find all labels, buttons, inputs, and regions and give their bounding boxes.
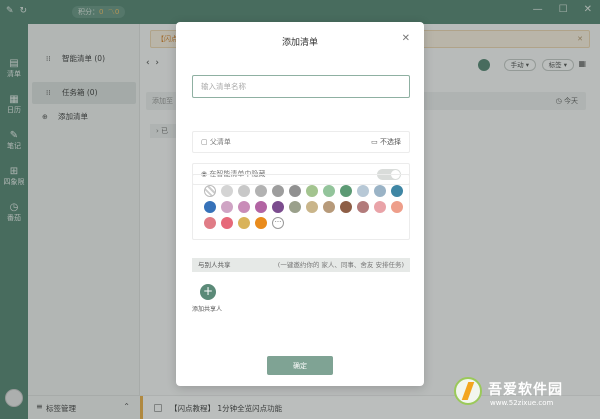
color-swatch[interactable] [323, 185, 335, 197]
color-palette: ··· [192, 174, 410, 240]
add-share-label: 添加共享人 [192, 306, 223, 313]
color-swatch[interactable] [289, 201, 301, 213]
color-swatch[interactable] [255, 201, 267, 213]
close-icon[interactable]: ✕ [402, 33, 410, 44]
plus-icon: + [202, 284, 214, 298]
parent-list-select[interactable]: ▢ 父清单 ▭ 不选择 [192, 131, 410, 153]
color-swatch[interactable] [221, 185, 233, 197]
color-swatch[interactable] [272, 201, 284, 213]
color-swatch[interactable] [306, 201, 318, 213]
folder-icon: ▢ [201, 138, 208, 146]
watermark-logo-icon [454, 377, 482, 405]
color-swatch[interactable] [374, 201, 386, 213]
add-list-dialog: 添加清单 ✕ ▢ 父清单 ▭ 不选择 ◉ 在智能清单中隐藏 ··· 与别人共享 … [176, 22, 424, 386]
color-swatch[interactable] [340, 185, 352, 197]
watermark: 吾爱软件园 www.52zixue.com [454, 369, 594, 413]
color-swatch[interactable] [221, 217, 233, 229]
add-share-button[interactable]: + [200, 284, 216, 300]
color-swatch[interactable] [204, 217, 216, 229]
folder-open-icon: ▭ [371, 138, 378, 146]
color-swatch[interactable] [323, 201, 335, 213]
color-swatch[interactable] [238, 201, 250, 213]
color-swatch[interactable] [204, 201, 216, 213]
confirm-button[interactable]: 确定 [267, 356, 333, 375]
color-swatch[interactable] [255, 217, 267, 229]
color-swatch[interactable] [306, 185, 318, 197]
dialog-title: 添加清单 [281, 38, 318, 48]
color-swatch-none[interactable] [204, 185, 216, 197]
color-swatch[interactable] [221, 201, 233, 213]
color-swatch[interactable] [374, 185, 386, 197]
color-swatch[interactable] [272, 185, 284, 197]
list-name-input[interactable] [192, 75, 410, 98]
color-swatch[interactable] [357, 201, 369, 213]
color-swatch[interactable] [255, 185, 267, 197]
color-swatch[interactable] [238, 217, 250, 229]
share-section-header: 与别人共享 (一键邀约你的 家人、同事、舍友 安排任务) [192, 258, 410, 272]
color-swatch[interactable] [238, 185, 250, 197]
color-swatch[interactable] [391, 201, 403, 213]
color-swatch[interactable] [357, 185, 369, 197]
color-swatch[interactable] [391, 185, 403, 197]
color-swatch[interactable] [289, 185, 301, 197]
color-swatch[interactable] [340, 201, 352, 213]
more-colors-icon[interactable]: ··· [272, 217, 284, 229]
